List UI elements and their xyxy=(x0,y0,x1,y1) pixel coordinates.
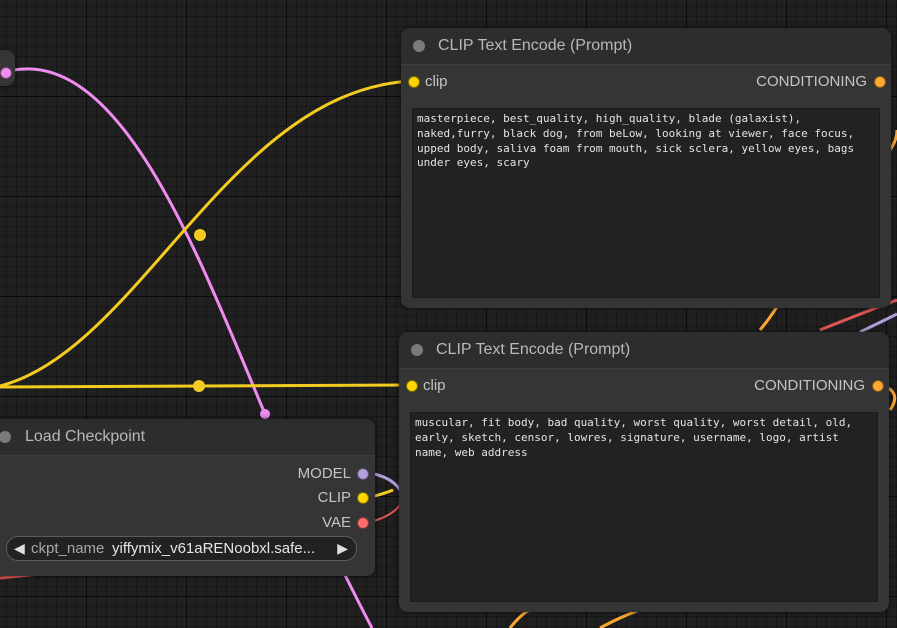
ckpt-name-combo[interactable]: ◀ ckpt_name yiffymix_v61aRENoobxl.safe..… xyxy=(6,536,357,561)
clip-input-label: clip xyxy=(425,73,448,90)
node-title: Load Checkpoint xyxy=(25,428,146,445)
clip-input-dot[interactable] xyxy=(406,380,418,392)
node-header[interactable]: CLIP Text Encode (Prompt) xyxy=(399,332,889,369)
combo-left-arrow[interactable]: ◀ xyxy=(14,540,25,557)
collapse-toggle[interactable] xyxy=(411,344,423,356)
conditioning-output-dot[interactable] xyxy=(874,76,886,88)
pink-wire xyxy=(4,67,267,415)
collapse-toggle[interactable] xyxy=(413,40,425,52)
model-output-dot[interactable] xyxy=(357,468,369,480)
clip-input-label: clip xyxy=(423,377,446,394)
pink-wire-lower xyxy=(343,574,374,628)
prompt-text-area[interactable]: muscular, fit body, bad quality, worst q… xyxy=(410,412,878,602)
conditioning-wire xyxy=(758,304,780,331)
model-output-label: MODEL xyxy=(297,465,351,482)
offscreen-output-dot[interactable] xyxy=(0,67,12,79)
vae-output-label: VAE xyxy=(322,514,351,531)
conditioning-wire xyxy=(508,608,531,628)
vae-output-dot[interactable] xyxy=(357,517,369,529)
node-title: CLIP Text Encode (Prompt) xyxy=(436,341,631,358)
node-title: CLIP Text Encode (Prompt) xyxy=(438,37,633,54)
conditioning-wire xyxy=(599,608,641,628)
node-header[interactable]: Load Checkpoint xyxy=(0,419,375,456)
reroute-dot[interactable] xyxy=(193,380,205,392)
conditioning-wire xyxy=(888,129,897,151)
node-header[interactable]: CLIP Text Encode (Prompt) xyxy=(401,28,891,65)
clip-input-dot[interactable] xyxy=(408,76,420,88)
ckpt-name-label: ckpt_name xyxy=(31,540,105,557)
combo-right-arrow[interactable]: ▶ xyxy=(337,540,348,557)
pink-wire-end-dot xyxy=(260,409,270,419)
conditioning-output-dot[interactable] xyxy=(872,380,884,392)
clip-text-encode-negative-node[interactable]: CLIP Text Encode (Prompt) clip CONDITION… xyxy=(399,332,889,612)
conditioning-output-label: CONDITIONING xyxy=(756,73,867,90)
prompt-text-area[interactable]: masterpiece, best_quality, high_quality,… xyxy=(412,108,880,298)
ckpt-name-value: yiffymix_v61aRENoobxl.safe... xyxy=(112,540,316,557)
collapse-toggle[interactable] xyxy=(0,431,11,443)
clip-output-dot[interactable] xyxy=(357,492,369,504)
load-checkpoint-node[interactable]: Load Checkpoint MODEL CLIP VAE ◀ ckpt_na… xyxy=(0,419,375,576)
clip-wire-positive xyxy=(0,79,413,388)
clip-output-label: CLIP xyxy=(317,489,351,506)
purple-wire xyxy=(859,312,897,334)
clip-text-encode-positive-node[interactable]: CLIP Text Encode (Prompt) clip CONDITION… xyxy=(401,28,891,308)
reroute-dot[interactable] xyxy=(194,229,206,241)
conditioning-output-label: CONDITIONING xyxy=(754,377,865,394)
